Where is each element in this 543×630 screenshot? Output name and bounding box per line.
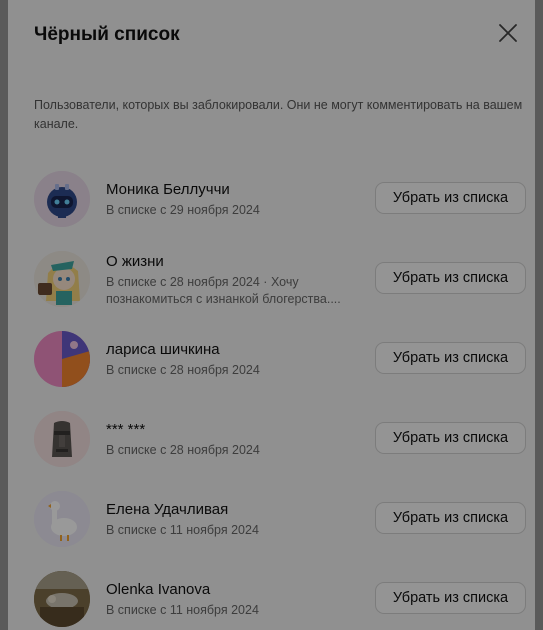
avatar[interactable] [34,491,90,547]
user-subtitle: В списке с 29 ноября 2024 [106,203,260,217]
list-item: О жизни В списке с 28 ноября 2024 · Хочу… [8,240,535,320]
list-item: Елена Удачливая В списке с 11 ноября 202… [8,480,535,560]
user-subtitle: В списке с 11 ноября 2024 [106,523,259,537]
user-subtitle: В списке с 28 ноября 2024 [106,443,260,457]
blocked-users-list: Моника Беллуччи В списке с 29 ноября 202… [8,160,535,630]
abstract-shapes-avatar-icon [34,331,90,387]
remove-from-list-button[interactable]: Убрать из списка [375,342,526,374]
list-item: *** *** В списке с 28 ноября 2024 Убрать… [8,400,535,480]
close-icon [499,24,517,42]
user-info: *** *** В списке с 28 ноября 2024 [106,420,356,459]
user-info: Моника Беллуччи В списке с 29 ноября 202… [106,180,356,219]
remove-from-list-button[interactable]: Убрать из списка [375,582,526,614]
avatar[interactable] [34,571,90,627]
anime-girl-avatar-icon [34,251,90,307]
dialog-description: Пользователи, которых вы заблокировали. … [34,98,523,131]
goose-avatar-icon [34,491,90,547]
remove-from-list-button[interactable]: Убрать из списка [375,182,526,214]
remove-from-list-button[interactable]: Убрать из списка [375,422,526,454]
user-info: Olenka Ivanova В списке с 11 ноября 2024 [106,580,356,619]
user-info: О жизни В списке с 28 ноября 2024 · Хочу… [106,252,356,308]
list-item: Моника Беллуччи В списке с 29 ноября 202… [8,160,535,240]
user-info: лариса шичкина В списке с 28 ноября 2024 [106,340,356,379]
moai-avatar-icon [34,411,90,467]
avatar[interactable] [34,171,90,227]
user-subtitle: В списке с 11 ноября 2024 [106,603,259,617]
avatar[interactable] [34,411,90,467]
list-item: лариса шичкина В списке с 28 ноября 2024… [8,320,535,400]
remove-from-list-button[interactable]: Убрать из списка [375,262,526,294]
avatar[interactable] [34,251,90,307]
user-info: Елена Удачливая В списке с 11 ноября 202… [106,500,356,539]
user-name: *** *** [106,421,146,438]
user-name: Olenka Ivanova [106,581,211,598]
user-name: О жизни [106,253,164,270]
remove-from-list-button[interactable]: Убрать из списка [375,502,526,534]
photo-avatar-icon [34,571,90,627]
avatar[interactable] [34,331,90,387]
user-name: Моника Беллуччи [106,181,230,198]
blacklist-dialog: Чёрный список Пользователи, которых вы з… [8,0,535,630]
user-subtitle: В списке с 28 ноября 2024 · Хочу познако… [106,275,341,306]
user-subtitle: В списке с 28 ноября 2024 [106,363,260,377]
list-item: Olenka Ivanova В списке с 11 ноября 2024… [8,560,535,630]
user-name: Елена Удачливая [106,501,229,518]
robot-avatar-icon [34,171,90,227]
dialog-title: Чёрный список [34,24,180,45]
dialog-header: Чёрный список [34,22,525,48]
user-name: лариса шичкина [106,341,220,358]
close-button[interactable] [497,22,519,44]
